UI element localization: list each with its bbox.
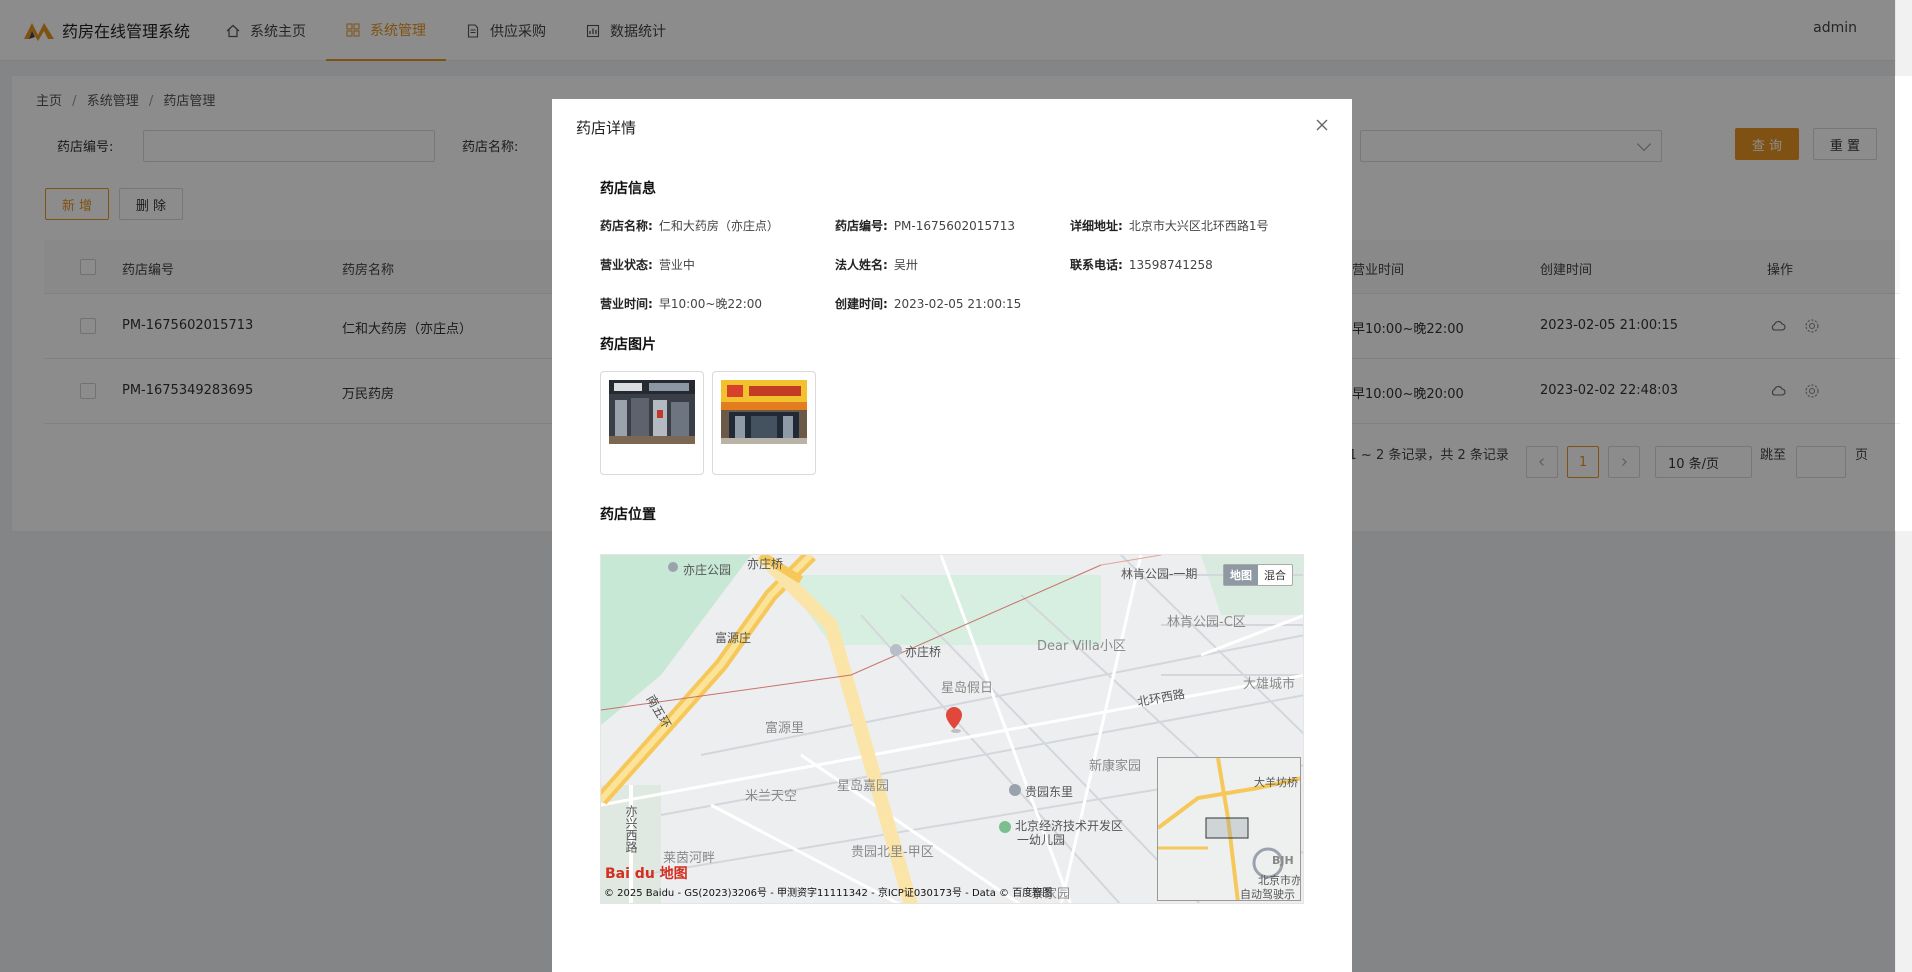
map-label: 林肯公园-C区 bbox=[1167, 615, 1246, 630]
images-section-title: 药店图片 bbox=[600, 337, 656, 353]
map-label: 富源里 bbox=[765, 721, 805, 736]
overview-label: BJH bbox=[1272, 854, 1294, 867]
map-label: 富源庄 bbox=[715, 631, 752, 645]
field-hours: 营业时间: 早10:00~晚22:00 bbox=[600, 297, 763, 311]
field-store-code: 药店编号: PM-1675602015713 bbox=[835, 219, 1015, 233]
store-photo-1[interactable] bbox=[600, 371, 704, 475]
map-label: 大雄城市 bbox=[1243, 677, 1296, 692]
location-pin-icon[interactable] bbox=[945, 707, 963, 733]
map-label: 一幼儿园 bbox=[1017, 833, 1066, 847]
modal-title: 药店详情 bbox=[576, 119, 637, 137]
map-label: 米兰天空 bbox=[745, 789, 798, 804]
map-label: 贵园东里 bbox=[1025, 785, 1074, 799]
map-label: 亦庄桥 bbox=[747, 557, 784, 571]
store-photo-2[interactable] bbox=[712, 371, 816, 475]
map-label: 亦庄公园 bbox=[683, 563, 732, 577]
map-overview[interactable]: 大羊坊桥 北京市亦 自动驾驶示 BJH bbox=[1157, 757, 1301, 901]
store-photo-image bbox=[721, 380, 807, 444]
field-store-name: 药店名称: 仁和大药房（亦庄点） bbox=[600, 219, 779, 233]
map-type-standard[interactable]: 地图 bbox=[1224, 565, 1258, 585]
map-label: 亦庄桥 bbox=[905, 645, 942, 659]
field-phone: 联系电话: 13598741258 bbox=[1070, 258, 1213, 272]
map-type-switch: 地图 混合 bbox=[1223, 564, 1293, 586]
map-label: 亦兴西路 bbox=[624, 805, 638, 853]
store-photo-image bbox=[609, 380, 695, 444]
map-copyright: © 2025 Baidu - GS(2023)3206号 - 甲测资字11111… bbox=[604, 888, 1053, 899]
map-label: Dear Villa小区 bbox=[1037, 639, 1126, 654]
map-label: 新康家园 bbox=[1089, 759, 1142, 774]
baidu-logo[interactable]: Bai du 地图 bbox=[605, 863, 688, 883]
map-type-hybrid[interactable]: 混合 bbox=[1258, 565, 1292, 585]
overview-label: 大羊坊桥 bbox=[1254, 776, 1298, 789]
map-label: 贵园北里-甲区 bbox=[851, 845, 934, 860]
field-created: 创建时间: 2023-02-05 21:00:15 bbox=[835, 297, 1022, 311]
field-owner: 法人姓名: 吴卅 bbox=[835, 258, 918, 272]
map-label: 星岛嘉园 bbox=[837, 779, 890, 794]
close-icon[interactable] bbox=[1314, 117, 1330, 133]
field-address: 详细地址: 北京市大兴区北环西路1号 bbox=[1070, 219, 1269, 233]
map-label: 林肯公园-一期 bbox=[1121, 567, 1198, 581]
location-section-title: 药店位置 bbox=[600, 507, 656, 523]
field-status: 营业状态: 营业中 bbox=[600, 258, 695, 272]
info-section-title: 药店信息 bbox=[600, 181, 656, 197]
store-map[interactable]: 亦庄公园 亦庄桥 林肯公园-一期 林肯公园-C区 富源庄 亦庄桥 Dear Vi… bbox=[600, 554, 1304, 904]
store-detail-modal: 药店详情 药店信息 药店名称: 仁和大药房（亦庄点） 药店编号: PM-167560… bbox=[552, 99, 1352, 972]
overview-label: 自动驾驶示 bbox=[1240, 888, 1295, 901]
map-label: 星岛假日 bbox=[941, 681, 994, 696]
